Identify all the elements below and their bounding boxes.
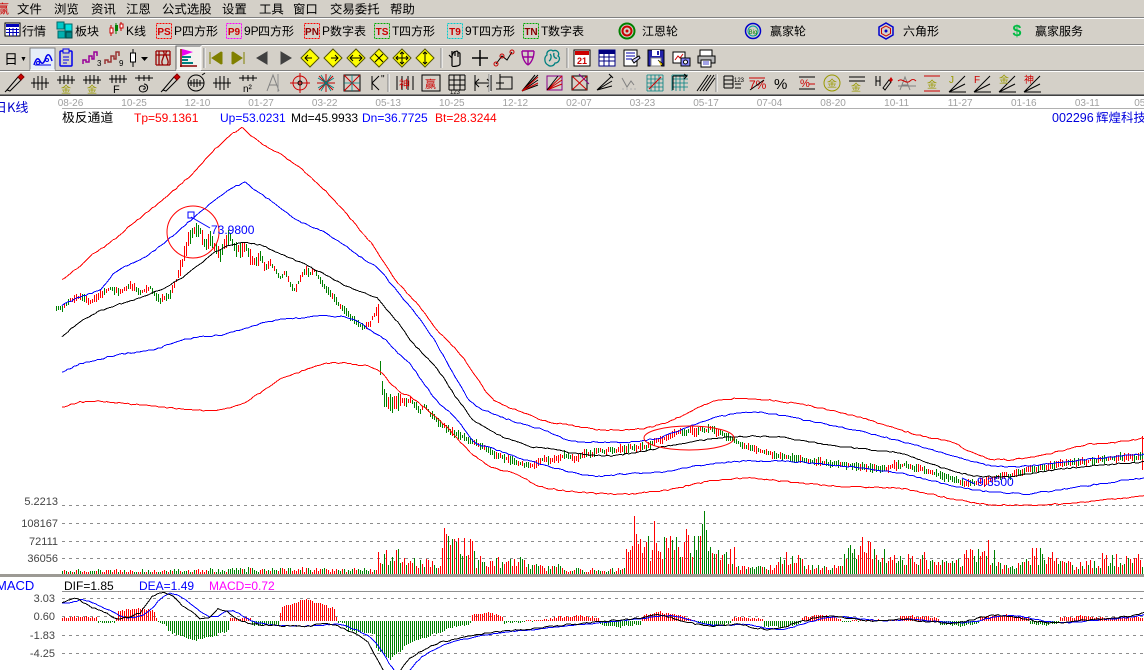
- svg-text:9P: 9P: [244, 24, 259, 38]
- svg-text:%: %: [774, 76, 787, 93]
- svg-text:73.9800: 73.9800: [211, 223, 255, 237]
- svg-text:10-25: 10-25: [439, 98, 465, 109]
- svg-text:T9: T9: [449, 27, 461, 38]
- svg-text:-1.83: -1.83: [30, 630, 55, 642]
- svg-text:9.3500: 9.3500: [977, 475, 1014, 489]
- svg-text:TN: TN: [524, 27, 537, 38]
- svg-text:10-25: 10-25: [121, 98, 147, 109]
- svg-text:P9: P9: [228, 27, 241, 38]
- svg-text:Dn=36.7725: Dn=36.7725: [362, 111, 428, 125]
- svg-text:$: $: [1013, 23, 1022, 40]
- svg-text:07-04: 07-04: [757, 98, 783, 109]
- svg-text:01-27: 01-27: [248, 98, 274, 109]
- svg-text:08-20: 08-20: [820, 98, 846, 109]
- svg-text:Bt=28.3244: Bt=28.3244: [435, 111, 497, 125]
- svg-text:9T: 9T: [465, 24, 480, 38]
- svg-text:123: 123: [450, 90, 461, 96]
- svg-text:T: T: [392, 24, 400, 38]
- svg-text:08-26: 08-26: [58, 98, 84, 109]
- svg-text:0.60: 0.60: [34, 611, 55, 623]
- svg-text:Tp=59.1361: Tp=59.1361: [134, 111, 199, 125]
- svg-text:P: P: [174, 24, 182, 38]
- svg-text:9: 9: [119, 59, 124, 68]
- svg-text:5.2213: 5.2213: [24, 496, 58, 508]
- svg-text:DEA=1.49: DEA=1.49: [139, 579, 194, 593]
- svg-text:▼: ▼: [20, 56, 27, 63]
- svg-text:03-23: 03-23: [630, 98, 656, 109]
- svg-text:P: P: [322, 24, 330, 38]
- svg-text:Big: Big: [749, 30, 758, 36]
- svg-text:%: %: [800, 78, 810, 90]
- svg-text:PN: PN: [305, 27, 319, 38]
- svg-text:3.03: 3.03: [34, 593, 55, 605]
- svg-text:01-16: 01-16: [1011, 98, 1037, 109]
- svg-text:K: K: [126, 24, 134, 38]
- svg-text:36056: 36056: [27, 553, 58, 565]
- svg-text:05-06: 05-06: [1134, 98, 1144, 109]
- svg-text:DIF=1.85: DIF=1.85: [64, 579, 114, 593]
- svg-text:F: F: [974, 75, 980, 86]
- svg-text:03-11: 03-11: [1075, 98, 1100, 109]
- svg-text:05-13: 05-13: [375, 98, 401, 109]
- svg-text:MACD=0.72: MACD=0.72: [209, 579, 275, 593]
- svg-text:n²: n²: [243, 84, 253, 95]
- svg-text:T: T: [541, 24, 549, 38]
- svg-text:-4.25: -4.25: [30, 648, 55, 660]
- svg-text:PS: PS: [157, 27, 171, 38]
- svg-text:72111: 72111: [29, 536, 58, 548]
- svg-text:002296: 002296: [1052, 111, 1094, 125]
- svg-text:Up=53.0231: Up=53.0231: [220, 111, 286, 125]
- svg-text:Md=45.9933: Md=45.9933: [291, 111, 358, 125]
- svg-text:": ": [381, 74, 385, 85]
- svg-text:MACD: MACD: [0, 578, 34, 593]
- svg-text:TS: TS: [376, 27, 389, 38]
- svg-text:F: F: [113, 84, 120, 96]
- svg-text:02-07: 02-07: [566, 98, 592, 109]
- svg-text:11-27: 11-27: [948, 98, 973, 109]
- svg-text:J: J: [949, 75, 954, 86]
- svg-text:108167: 108167: [21, 518, 58, 530]
- svg-text:12-12: 12-12: [503, 98, 529, 109]
- svg-text:3: 3: [97, 59, 102, 68]
- svg-text:21: 21: [577, 56, 587, 66]
- svg-text:03-22: 03-22: [312, 98, 338, 109]
- svg-text:123: 123: [734, 78, 745, 84]
- svg-text:12-10: 12-10: [185, 98, 211, 109]
- svg-text:05-17: 05-17: [693, 98, 719, 109]
- svg-text:10-11: 10-11: [884, 98, 909, 109]
